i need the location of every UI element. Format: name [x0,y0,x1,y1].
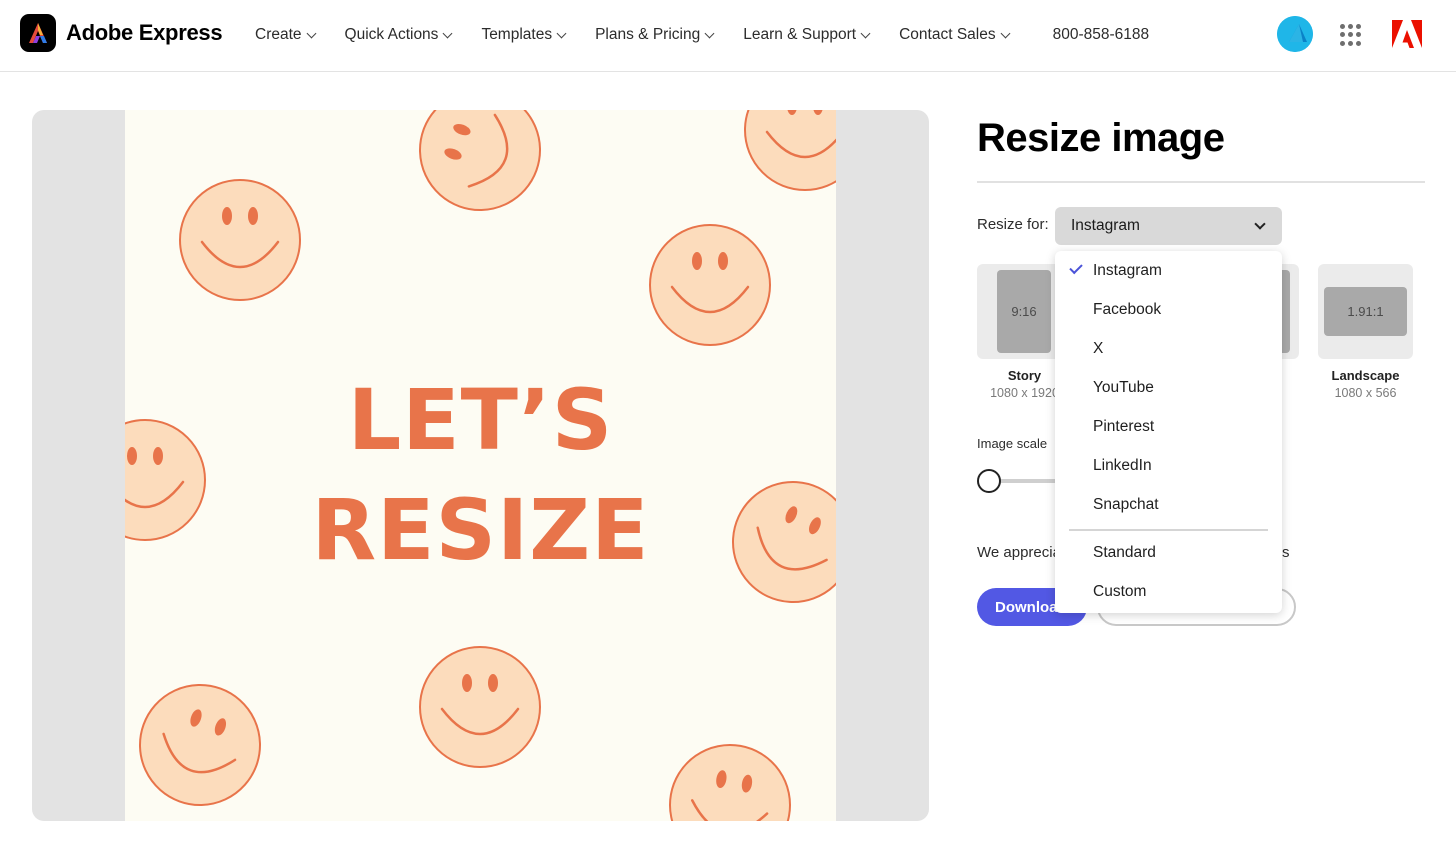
divider [977,181,1425,183]
menu-item-label: Custom [1093,583,1147,600]
smiley-face [669,744,791,821]
menu-item-label: LinkedIn [1093,457,1152,474]
adobe-logo-icon[interactable] [1392,20,1422,48]
menu-item-pinterest[interactable]: Pinterest [1055,410,1282,444]
image-scale-label: Image scale [977,436,1048,451]
nav-contact-sales[interactable]: Contact Sales [899,26,1011,44]
artwork-text-line-2: RESIZE [311,481,650,579]
nav-label: Quick Actions [344,26,439,43]
nav-create[interactable]: Create [255,26,316,44]
chevron-down-icon [704,28,715,38]
menu-item-label: YouTube [1093,379,1154,396]
menu-item-linkedin[interactable]: LinkedIn [1055,449,1282,483]
nav-label: Learn & Support [743,26,857,43]
nav-plans-pricing[interactable]: Plans & Pricing [595,26,715,44]
preset-landscape[interactable]: 1.91:1 [1318,264,1413,359]
page-title: Resize image [977,116,1225,160]
app-switcher-grid-icon[interactable] [1340,24,1362,46]
artboard: LET’S RESIZE [125,110,836,821]
feedback-text: We appreciate [977,544,1057,561]
preset-landscape-ratio: 1.91:1 [1324,287,1407,336]
artwork-text-line-1: LET’S [347,371,614,469]
chevron-down-icon [442,28,453,38]
resize-for-select[interactable]: Instagram [1055,207,1282,245]
preset-landscape-dims: 1080 x 566 [1334,386,1397,400]
smiley-face [179,179,301,301]
nav-quick-actions[interactable]: Quick Actions [344,26,453,44]
preset-landscape-name: Landscape [1331,368,1400,383]
menu-divider [1069,529,1268,531]
menu-item-snapchat[interactable]: Snapchat [1055,488,1282,522]
main-nav: Create Quick Actions Templates Plans & P… [255,0,1149,70]
adobe-express-logo-icon [20,14,56,52]
phone-number-link[interactable]: 800-858-6188 [1053,26,1150,44]
nav-learn-support[interactable]: Learn & Support [743,26,871,44]
menu-item-facebook[interactable]: Facebook [1055,293,1282,327]
smiley-face [649,224,771,346]
chevron-down-icon [306,28,316,38]
menu-item-label: Standard [1093,544,1156,561]
resize-for-label: Resize for: [977,216,1049,233]
platform-dropdown-menu: Instagram Facebook X YouTube Pinterest L… [1055,251,1282,613]
nav-label: Contact Sales [899,26,996,43]
brand[interactable]: Adobe Express [20,14,223,52]
menu-item-label: X [1093,340,1104,357]
nav-label: Create [255,26,302,43]
menu-item-label: Snapchat [1093,496,1159,513]
checkmark-icon [1069,260,1083,275]
menu-item-youtube[interactable]: YouTube [1055,371,1282,405]
chevron-down-icon [1000,28,1011,38]
menu-item-label: Instagram [1093,262,1162,279]
feedback-text-tail: s [1282,544,1290,561]
nav-label: Templates [481,26,553,43]
nav-label: Plans & Pricing [595,26,701,43]
avatar[interactable] [1277,16,1313,52]
brand-name: Adobe Express [66,20,223,45]
menu-item-x[interactable]: X [1055,332,1282,366]
resize-for-value: Instagram [1071,217,1140,234]
chevron-down-icon [1254,218,1266,230]
menu-item-label: Pinterest [1093,418,1155,435]
smiley-face [139,684,261,806]
preset-story-ratio: 9:16 [997,270,1051,353]
image-preview-frame: LET’S RESIZE [32,110,929,821]
nav-templates[interactable]: Templates [481,26,567,44]
menu-item-instagram[interactable]: Instagram [1055,254,1282,288]
menu-item-label: Facebook [1093,301,1162,318]
image-scale-slider-thumb[interactable] [977,469,1001,493]
menu-item-custom[interactable]: Custom [1055,575,1282,609]
smiley-face [419,110,541,211]
smiley-face [744,110,836,191]
chevron-down-icon [556,28,567,38]
chevron-down-icon [860,28,871,38]
smiley-face [419,646,541,768]
menu-item-standard[interactable]: Standard [1055,536,1282,570]
top-header: Adobe Express Create Quick Actions Templ… [0,0,1456,72]
